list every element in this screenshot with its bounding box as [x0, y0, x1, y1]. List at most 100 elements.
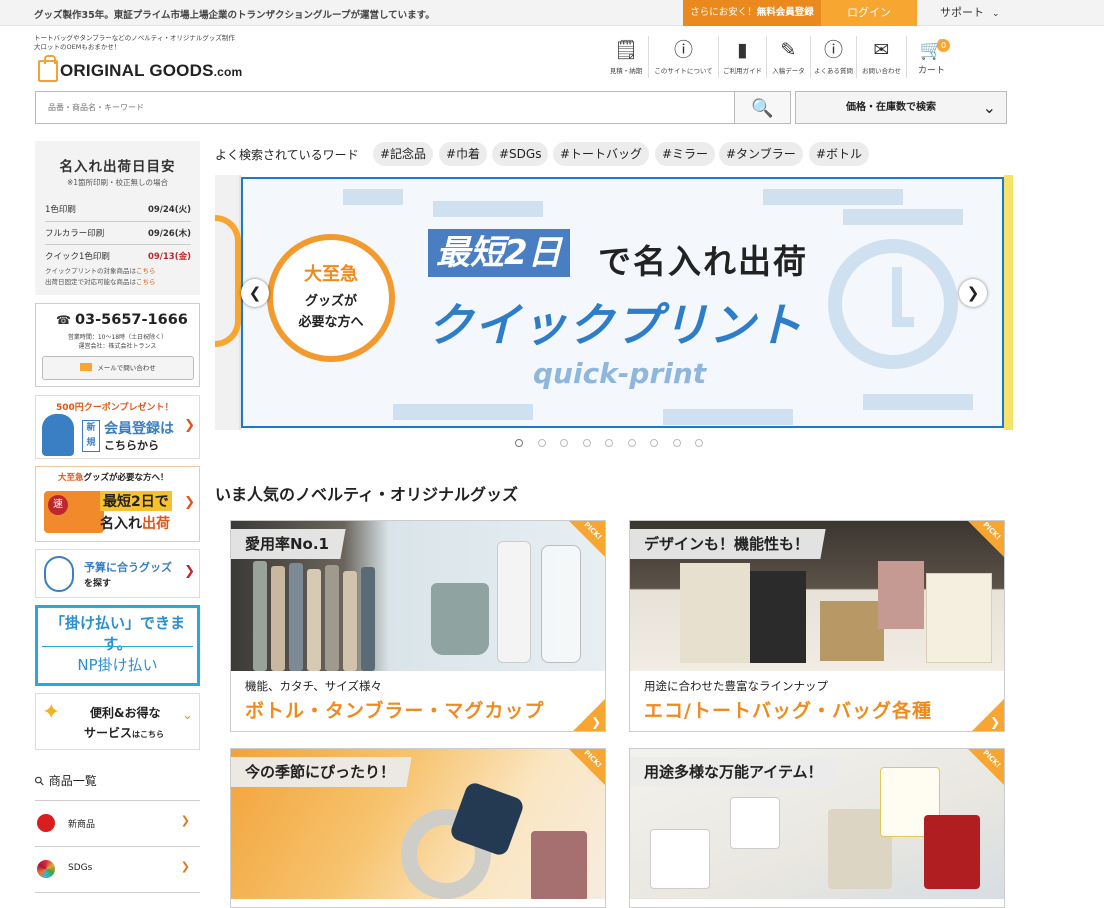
- bag-shape: [680, 563, 750, 663]
- search-button[interactable]: 🔍: [735, 91, 791, 124]
- support-menu[interactable]: サポート ⌄: [940, 0, 1000, 26]
- slider-dot[interactable]: [560, 439, 568, 447]
- budget-search: を探す: [84, 579, 112, 589]
- category-item-sdgs[interactable]: SDGs ❯: [35, 847, 200, 892]
- table-row: フルカラー印刷 09/26(木): [45, 221, 191, 245]
- hero-slider: 大至急 グッズが 必要な方へ 最短2日 で名入れ出荷 クイックプリント quic…: [215, 175, 1013, 430]
- search-box: [35, 91, 735, 124]
- services-here: はこちら: [132, 730, 165, 739]
- contact-panel: 03-5657-1666 営業時間：10〜18時（土日祝除く） 運営会社：株式会…: [35, 303, 200, 387]
- keyword-chip[interactable]: #ボトル: [809, 142, 870, 166]
- keyword-chip[interactable]: #タンブラー: [719, 142, 803, 166]
- ship-date: 09/26(木): [132, 221, 191, 245]
- keywords-label: よく検索されているワード: [215, 148, 359, 162]
- decor-stripe: [763, 189, 903, 205]
- fixed-link[interactable]: こちら: [136, 278, 156, 286]
- mail-contact-button[interactable]: メールで問い合わせ: [42, 356, 194, 380]
- cart-button[interactable]: 🛒 0 カート: [906, 36, 956, 78]
- bottle-shape: [497, 541, 531, 663]
- free-register-link[interactable]: さらにお安く！無料会員登録: [683, 0, 821, 26]
- tagline-line-2: 大ロットのOEMもおまかせ！: [34, 43, 121, 51]
- chevron-right-icon: ❯: [180, 814, 190, 827]
- mug-shape: [924, 815, 980, 889]
- shipping-note: ※1箇所印刷・校正無しの場合: [66, 178, 169, 187]
- card-tag-text: 愛用率No.1: [245, 535, 329, 553]
- card-tag: 用途多様な万能アイテム！: [630, 757, 840, 787]
- search-input[interactable]: [36, 92, 734, 123]
- card-subtitle: 機能、カタチ、サイズ様々: [245, 679, 382, 693]
- bottle-shape: [343, 571, 357, 671]
- shipping-table: 1色印刷 09/24(火) フルカラー印刷 09/26(木) クイック1色印刷 09/…: [45, 198, 191, 267]
- slider-dot[interactable]: [672, 439, 681, 447]
- urgent-banner[interactable]: 大至急グッズが必要な方へ！ 最短2日で 名入れ出荷 ❯: [35, 466, 200, 542]
- data-icon: ✎: [780, 39, 797, 61]
- bubble-line-2: グッズが: [304, 294, 357, 309]
- table-row: クイック1色印刷 09/13(金): [45, 244, 191, 267]
- services-banner[interactable]: ✦ 便利&お得な サービスはこちら ⌄: [35, 693, 200, 750]
- slider-dot[interactable]: [515, 439, 523, 447]
- slider-dot[interactable]: [650, 439, 658, 447]
- keyword-chip[interactable]: #ミラー: [655, 142, 716, 166]
- nav-estimate[interactable]: 🗒 見積・納期: [604, 36, 648, 78]
- person-icon: [42, 414, 74, 456]
- quick-link[interactable]: こちら: [136, 267, 156, 275]
- quick-print-slide[interactable]: 大至急 グッズが 必要な方へ 最短2日 で名入れ出荷 クイックプリント quic…: [241, 177, 1004, 428]
- truck-icon: [44, 491, 104, 533]
- keyword-chip[interactable]: #巾着: [439, 142, 488, 166]
- popular-card-bottles[interactable]: 愛用率No.1 PICK! 機能、カタチ、サイズ様々 ボトル・タンブラー・マグカ…: [230, 520, 606, 732]
- card-tag-text: デザインも！機能性も！: [644, 535, 810, 553]
- slider-prev-button[interactable]: ❮: [241, 279, 269, 307]
- chevron-right-icon: ❯: [184, 495, 195, 510]
- register-banner[interactable]: 500円クーポンプレゼント！ 新規 会員登録は こちらから ❯: [35, 395, 200, 459]
- nav-guide[interactable]: ▮ ご利用ガイド: [718, 36, 766, 78]
- sdgs-icon: [37, 860, 55, 878]
- phone-number[interactable]: 03-5657-1666: [56, 312, 188, 328]
- popular-section-title: いま人気のノベルティ・オリジナルグッズ: [215, 485, 519, 504]
- nav-label: お問い合わせ: [862, 67, 901, 75]
- logo-text: ORIGINAL GOODS: [60, 61, 214, 80]
- keyword-chip[interactable]: #SDGs: [492, 142, 549, 166]
- np-logo: NP掛け払い: [77, 656, 158, 674]
- site-logo[interactable]: ORIGINAL GOODS.com: [38, 55, 242, 84]
- category-item-new[interactable]: 新商品 ❯: [35, 801, 200, 846]
- urgent-rest: グッズが必要な方へ！: [83, 473, 169, 483]
- ship-date: 09/13(金): [147, 251, 191, 262]
- keyword-chip[interactable]: #記念品: [373, 142, 434, 166]
- nav-faq[interactable]: ⓘ よくある質問: [810, 36, 856, 78]
- shipping-links: クイックプリントの対象商品はこちら 出荷日固定で対応可能な商品はこちら: [45, 266, 156, 288]
- popular-card-bags[interactable]: デザインも！機能性も！ PICK! 用途に合わせた豊富なラインナップ エコ/トー…: [629, 520, 1005, 732]
- slider-next-button[interactable]: ❯: [959, 279, 987, 307]
- slider-dot[interactable]: [605, 439, 613, 447]
- np-payment-banner[interactable]: 「掛け払い」できます。 NP掛け払い: [35, 605, 200, 686]
- budget-banner[interactable]: 予算に合うグッズ を探す ❯: [35, 549, 200, 598]
- popular-card-versatile[interactable]: 用途多様な万能アイテム！ PICK!: [629, 748, 1005, 908]
- divider: [42, 646, 193, 647]
- keyword-chip[interactable]: #トートバッグ: [553, 142, 650, 166]
- slider-dot[interactable]: [627, 439, 636, 447]
- print-type: フルカラー印刷: [45, 221, 133, 245]
- login-button[interactable]: ログイン: [821, 0, 917, 26]
- faq-icon: ⓘ: [823, 39, 843, 61]
- slider-dot[interactable]: [695, 439, 703, 447]
- support-label: サポート: [940, 6, 984, 19]
- nav-data[interactable]: ✎ 入稿データ: [766, 36, 810, 78]
- nav-about[interactable]: ⓘ このサイトについて: [648, 36, 718, 78]
- nav-label: ご利用ガイド: [723, 67, 762, 75]
- services-text-1: 便利&お得な: [90, 706, 161, 720]
- nav-contact[interactable]: ✉ お問い合わせ: [856, 36, 906, 78]
- ship-date: 09/24(火): [132, 198, 191, 222]
- price-stock-search-button[interactable]: 価格・在庫数で検索 ⌄: [795, 91, 1007, 124]
- cart-count-badge: 0: [937, 39, 950, 52]
- contact-info: 営業時間：10〜18時（土日祝除く） 運営会社：株式会社トランス: [36, 333, 199, 351]
- search-icon: 🔍: [751, 98, 774, 119]
- slider-dot[interactable]: [537, 439, 546, 447]
- chevron-left-icon: ❮: [248, 284, 262, 302]
- bag-shape: [878, 561, 924, 629]
- tagline-line-1: トートバッグやタンブラーなどのノベルティ・オリジナルグッズ制作: [34, 34, 235, 42]
- decor-stripe: [663, 409, 793, 425]
- popular-card-seasonal[interactable]: 今の季節にぴったり！ PICK!: [230, 748, 606, 908]
- quick-note: クイックプリントの対象商品は: [45, 267, 136, 275]
- slider-dot[interactable]: [582, 439, 591, 447]
- chevron-right-icon: ❯: [590, 715, 601, 729]
- card-subtitle: 用途に合わせた豊富なラインナップ: [644, 679, 828, 693]
